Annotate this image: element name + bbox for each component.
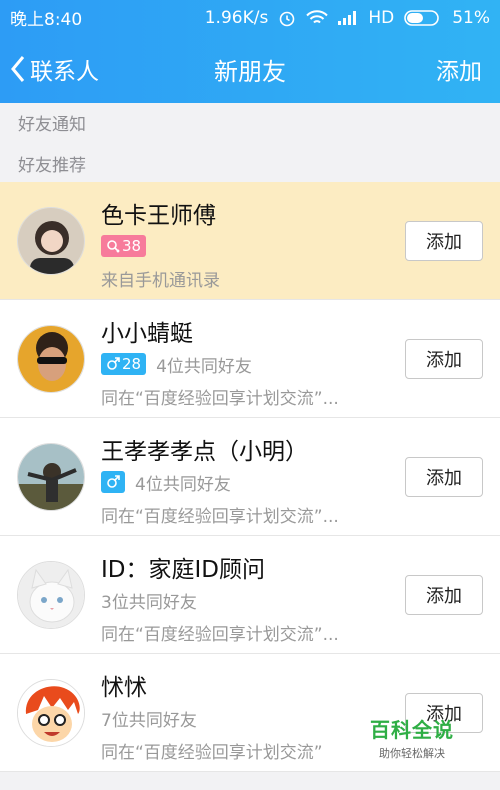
add-friend-button[interactable]: 添加: [436, 35, 482, 103]
friend-source: 同在“百度经验回享计划交流”...: [101, 625, 339, 645]
badge-value: 38: [122, 237, 142, 255]
list-item[interactable]: 小小蜻蜓 28 4位共同好友 同在“百度经验回享计划交流”... 添加: [0, 300, 500, 418]
avatar[interactable]: [17, 443, 85, 511]
watermark-slogan: 助你轻松解决: [379, 747, 445, 760]
section-friend-notice[interactable]: 好友通知: [18, 110, 86, 135]
back-button[interactable]: 联系人: [10, 35, 99, 103]
friend-name: 王孝孝孝点（小明）: [101, 439, 308, 465]
chevron-left-icon: [11, 56, 25, 82]
battery-icon: [404, 9, 440, 26]
friend-source: 来自手机通讯录: [101, 271, 220, 291]
battery-level: 51%: [452, 7, 490, 28]
badge-value: 28: [122, 355, 142, 373]
wifi-icon: [306, 9, 329, 23]
section-friend-recommend: 好友推荐: [18, 156, 86, 176]
friend-name: 色卡王师傅: [101, 203, 216, 229]
signal-icon: [338, 10, 357, 25]
friend-name: ID：家庭ID顾问: [101, 557, 265, 583]
male-badge: [101, 471, 125, 493]
status-time: 晚上8:40: [10, 10, 83, 30]
avatar[interactable]: [17, 325, 85, 393]
add-button[interactable]: 添加: [405, 575, 483, 615]
friend-source: 同在“百度经验回享计划交流”: [101, 743, 323, 763]
female-icon: [107, 240, 120, 253]
avatar[interactable]: [17, 561, 85, 629]
watermark: 百科全说 助你轻松解决: [362, 714, 462, 761]
friend-name: 怵怵: [101, 675, 147, 701]
avatar[interactable]: [17, 207, 85, 275]
female-badge: 38: [101, 235, 147, 257]
list-item[interactable]: 色卡王师傅 38 来自手机通讯录 添加: [0, 182, 500, 300]
friend-source: 同在“百度经验回享计划交流”...: [101, 389, 339, 409]
header: 晚上8:40 1.96K/s HD 51% 联系人 新朋友 添加: [0, 0, 500, 103]
list-item[interactable]: 王孝孝孝点（小明） 4位共同好友 同在“百度经验回享计划交流”... 添加: [0, 418, 500, 536]
mutual-friends: 4位共同好友: [156, 356, 252, 377]
list-item[interactable]: ID：家庭ID顾问 3位共同好友 同在“百度经验回享计划交流”... 添加: [0, 536, 500, 654]
mutual-friends: 3位共同好友: [101, 592, 197, 613]
back-label: 联系人: [30, 59, 99, 85]
mutual-friends: 7位共同好友: [101, 710, 197, 731]
status-bar: 晚上8:40 1.96K/s HD 51%: [0, 0, 500, 35]
male-icon: [107, 357, 120, 370]
add-button[interactable]: 添加: [405, 457, 483, 497]
male-badge: 28: [101, 353, 147, 375]
add-button[interactable]: 添加: [405, 221, 483, 261]
friend-source: 同在“百度经验回享计划交流”...: [101, 507, 339, 527]
avatar[interactable]: [17, 679, 85, 747]
network-type: HD: [368, 7, 395, 28]
watermark-logo: 百科全说: [370, 718, 454, 742]
alarm-icon: [280, 11, 295, 26]
add-button[interactable]: 添加: [405, 339, 483, 379]
mutual-friends: 4位共同好友: [135, 474, 231, 495]
male-icon: [107, 475, 120, 488]
nav-bar: 联系人 新朋友 添加: [0, 35, 500, 103]
network-speed: 1.96K/s: [204, 7, 269, 28]
friend-name: 小小蜻蜓: [101, 321, 193, 347]
